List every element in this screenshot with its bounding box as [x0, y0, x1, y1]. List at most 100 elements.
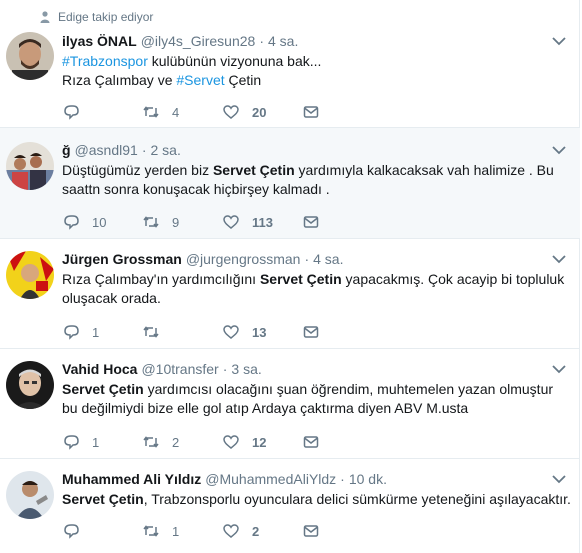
highlight-text: Servet Çetin — [212, 162, 295, 178]
like-icon — [223, 325, 239, 339]
like-button[interactable]: 12 — [222, 433, 302, 451]
reply-icon — [64, 435, 79, 450]
user-name[interactable]: Jürgen Grossman — [62, 251, 182, 267]
user-handle[interactable]: @10transfer — [141, 361, 218, 377]
user-name[interactable]: Vahid Hoca — [62, 361, 137, 377]
user-handle[interactable]: @jurgengrossman — [186, 251, 301, 267]
text-segment: Rıza Çalımbay'ın yardımcılığını — [62, 271, 260, 287]
like-count: 12 — [252, 434, 267, 450]
timestamp[interactable]: 10 dk. — [349, 471, 387, 487]
direct-message-button[interactable] — [302, 103, 382, 121]
tweet[interactable]: Edige takip ediyor ilyas ÖNAL @ily4s_Gir… — [0, 0, 580, 128]
timestamp[interactable]: 2 sa. — [151, 142, 181, 158]
direct-message-button[interactable] — [302, 433, 382, 451]
separator-dot: · — [340, 471, 345, 487]
retweet-button[interactable]: 2 — [142, 433, 222, 451]
timestamp[interactable]: 4 sa. — [313, 251, 343, 267]
like-icon — [223, 105, 239, 119]
message-icon — [303, 525, 319, 537]
tweet[interactable]: Muhammed Ali Yıldız @MuhammedAliYldz · 1… — [0, 459, 580, 553]
tweet-header: Vahid Hoca @10transfer · 3 sa. — [62, 361, 262, 377]
reply-button[interactable]: 1 — [62, 323, 142, 341]
chevron-down-icon[interactable] — [552, 36, 566, 46]
social-context-text: Edige takip ediyor — [58, 10, 154, 24]
tweet-text: Rıza Çalımbay'ın yardımcılığını Servet Ç… — [62, 270, 572, 308]
reply-count: 1 — [92, 324, 100, 340]
avatar[interactable] — [6, 32, 54, 80]
tweet-text: Servet Çetin yardımcısı olacağını şuan ö… — [62, 380, 572, 418]
person-icon — [40, 11, 50, 23]
tweet-actions: 1 2 — [62, 522, 382, 540]
direct-message-button[interactable] — [302, 522, 382, 540]
separator-dot: · — [222, 361, 228, 377]
tweet-text: Servet Çetin, Trabzonsporlu oyunculara d… — [62, 490, 572, 509]
user-handle[interactable]: @asndl91 — [75, 142, 138, 158]
tweet-actions: 10 9 113 — [62, 213, 382, 231]
retweet-count: 9 — [172, 214, 180, 230]
retweet-button[interactable]: 4 — [142, 103, 222, 121]
user-name[interactable]: Muhammed Ali Yıldız — [62, 471, 201, 487]
user-handle[interactable]: @MuhammedAliYldz — [205, 471, 336, 487]
like-count: 113 — [252, 214, 273, 230]
reply-count: 1 — [92, 434, 100, 450]
avatar[interactable] — [6, 471, 54, 519]
reply-button[interactable]: 1 — [62, 433, 142, 451]
hashtag-link[interactable]: #Servet — [176, 72, 224, 88]
user-name[interactable]: ğ — [62, 142, 71, 158]
like-button[interactable]: 13 — [222, 323, 302, 341]
tweet-text: Düştügümüz yerden biz Servet Çetin yardı… — [62, 161, 572, 199]
like-icon — [223, 524, 239, 538]
social-context: Edige takip ediyor — [40, 10, 153, 24]
timestamp[interactable]: 4 sa. — [268, 33, 298, 49]
reply-button[interactable]: 10 — [62, 213, 142, 231]
like-count: 20 — [252, 104, 267, 120]
message-icon — [303, 326, 319, 338]
chevron-down-icon[interactable] — [552, 474, 566, 484]
chevron-down-icon[interactable] — [552, 254, 566, 264]
retweet-count: 4 — [172, 104, 180, 120]
tweet[interactable]: Jürgen Grossman @jurgengrossman · 4 sa. … — [0, 239, 580, 349]
user-name[interactable]: ilyas ÖNAL — [62, 33, 137, 49]
direct-message-button[interactable] — [302, 323, 382, 341]
message-icon — [303, 106, 319, 118]
separator-dot: · — [259, 33, 264, 49]
avatar[interactable] — [6, 361, 54, 409]
retweet-button[interactable]: 1 — [142, 522, 222, 540]
chevron-down-icon[interactable] — [552, 145, 566, 155]
tweet-actions: 1 13 — [62, 323, 382, 341]
like-button[interactable]: 2 — [222, 522, 302, 540]
reply-count: 10 — [92, 214, 107, 230]
retweet-button[interactable]: 9 — [142, 213, 222, 231]
retweet-button[interactable] — [142, 323, 222, 341]
avatar[interactable] — [6, 251, 54, 299]
text-segment: Rıza Çalımbay ve — [62, 72, 177, 88]
text-segment: Çetin — [224, 72, 262, 88]
reply-icon — [64, 215, 79, 230]
tweet-header: Muhammed Ali Yıldız @MuhammedAliYldz · 1… — [62, 471, 387, 487]
reply-icon — [64, 325, 79, 340]
timeline: Edige takip ediyor ilyas ÖNAL @ily4s_Gir… — [0, 0, 580, 553]
timestamp[interactable]: 3 sa. — [231, 361, 261, 377]
retweet-count: 1 — [172, 523, 180, 539]
like-count: 2 — [252, 523, 260, 539]
text-segment: kulübünün vizyonuna bak... — [147, 53, 322, 69]
tweet[interactable]: ğ @asndl91 · 2 sa. Düştügümüz yerden biz… — [0, 128, 580, 239]
reply-icon — [64, 524, 79, 539]
reply-button[interactable] — [62, 103, 142, 121]
retweet-count: 2 — [172, 434, 180, 450]
reply-icon — [64, 105, 79, 120]
highlight-text: Servet Çetin — [62, 491, 144, 507]
user-handle[interactable]: @ily4s_Giresun28 — [141, 33, 256, 49]
like-button[interactable]: 20 — [222, 103, 302, 121]
direct-message-button[interactable] — [302, 213, 382, 231]
message-icon — [303, 436, 319, 448]
reply-button[interactable] — [62, 522, 142, 540]
message-icon — [303, 216, 319, 228]
retweet-icon — [143, 326, 159, 338]
avatar[interactable] — [6, 142, 54, 190]
tweet[interactable]: Vahid Hoca @10transfer · 3 sa. Servet Çe… — [0, 349, 580, 459]
tweet-actions: 4 20 — [62, 103, 382, 121]
like-button[interactable]: 113 — [222, 213, 302, 231]
hashtag-link[interactable]: #Trabzonspor — [62, 53, 148, 69]
chevron-down-icon[interactable] — [552, 364, 566, 374]
